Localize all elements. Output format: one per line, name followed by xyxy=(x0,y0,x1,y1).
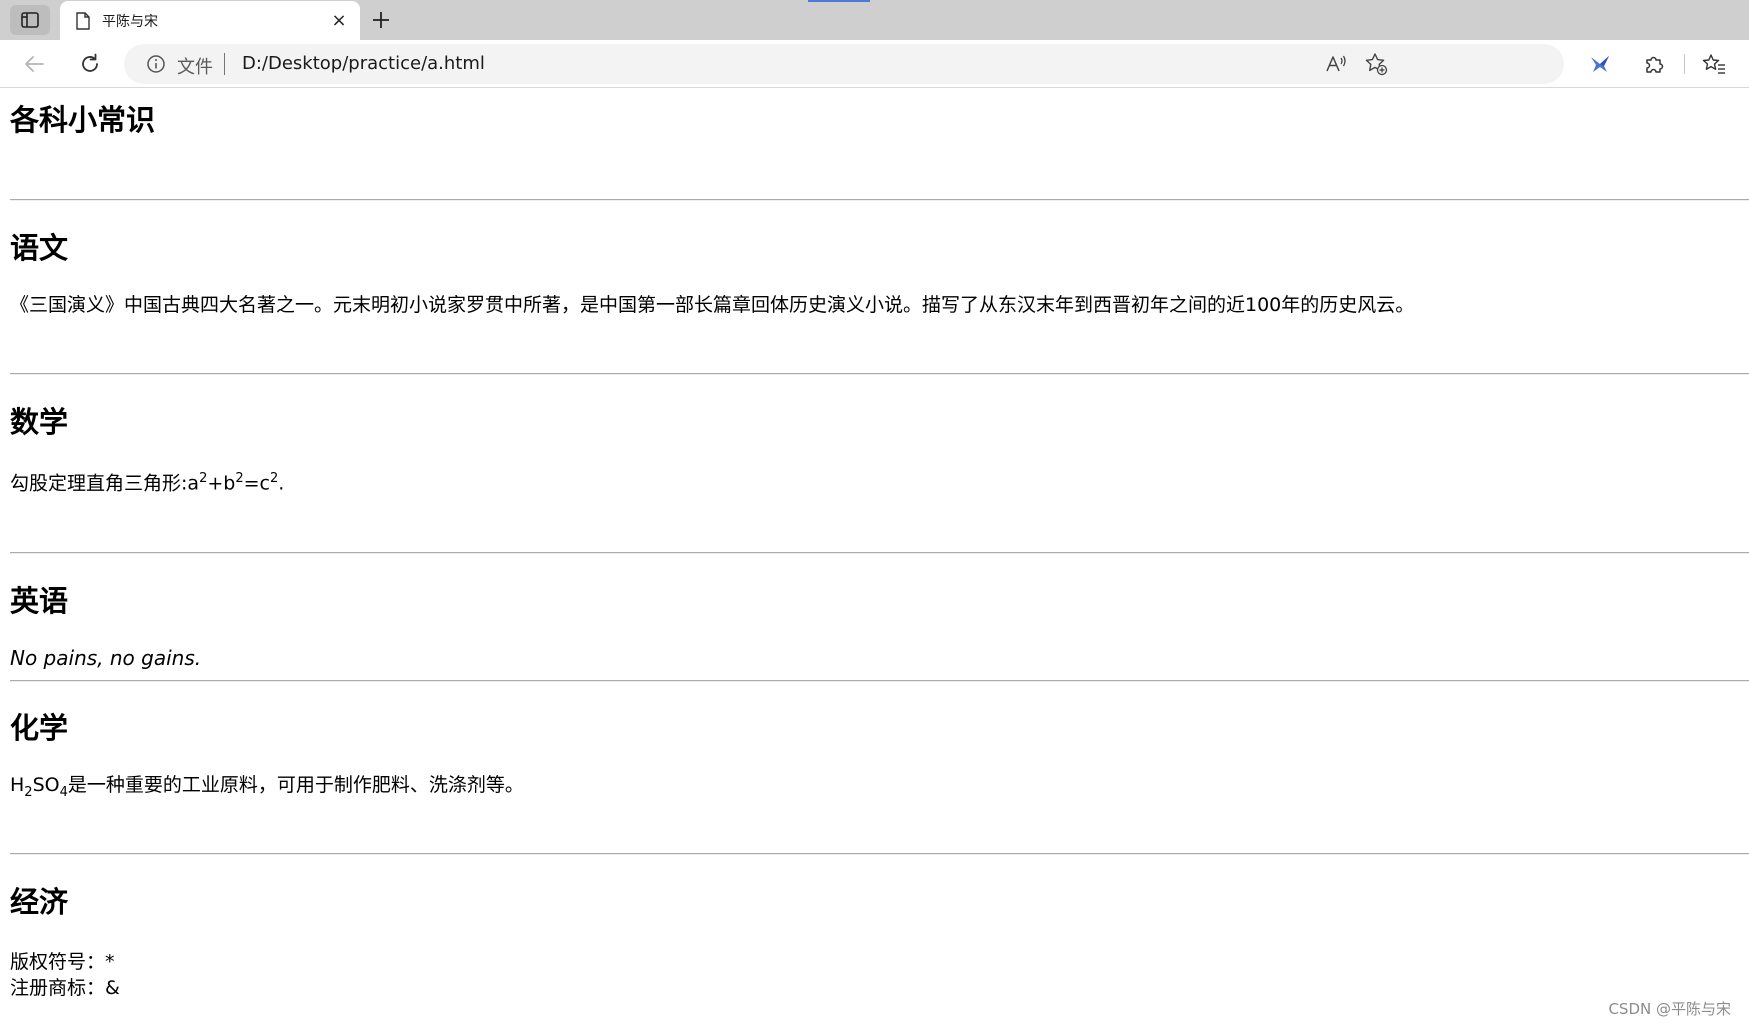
english-text: No pains, no gains. xyxy=(10,646,202,670)
chemistry-heading: 化学 xyxy=(10,711,69,745)
browser-toolbar: 文件 D:/Desktop/practice/a.html xyxy=(0,40,1749,88)
chinese-text: 《三国演义》中国古典四大名著之一。元末明初小说家罗贯中所著，是中国第一部长篇章回… xyxy=(10,294,1415,316)
puzzle-icon[interactable] xyxy=(1640,50,1668,78)
economy-heading: 经济 xyxy=(10,885,69,919)
plus-icon xyxy=(373,12,389,28)
page-title: 各科小常识 xyxy=(10,103,156,137)
tab-actions-icon xyxy=(21,12,39,28)
page-icon xyxy=(74,11,92,30)
watermark: CSDN @平陈与宋 xyxy=(1608,1000,1731,1018)
copyright-line: 版权符号：* xyxy=(10,951,115,973)
refresh-icon xyxy=(82,53,98,72)
back-button[interactable] xyxy=(16,46,52,82)
tab-accent-bar xyxy=(808,0,870,2)
chemistry-text: H2SO4是一种重要的工业原料，可用于制作肥料、洗涤剂等。 xyxy=(10,774,524,800)
tab-strip: 平陈与宋 × xyxy=(0,0,1749,40)
favorites-icon[interactable] xyxy=(1700,50,1728,78)
back-arrow-icon xyxy=(25,56,44,72)
tab-actions-button[interactable] xyxy=(10,5,50,35)
address-bar[interactable]: 文件 D:/Desktop/practice/a.html xyxy=(124,44,1564,84)
math-heading: 数学 xyxy=(10,405,69,439)
tab-title: 平陈与宋 xyxy=(102,13,158,30)
section-divider xyxy=(10,552,1749,554)
active-tab[interactable]: 平陈与宋 × xyxy=(60,1,360,40)
section-divider xyxy=(10,373,1749,375)
refresh-button[interactable] xyxy=(72,46,108,82)
english-heading: 英语 xyxy=(10,584,69,618)
section-divider xyxy=(10,853,1749,855)
close-icon[interactable]: × xyxy=(326,8,352,34)
address-separator xyxy=(224,53,225,75)
chinese-heading: 语文 xyxy=(10,231,69,265)
new-tab-button[interactable] xyxy=(366,5,396,35)
toolbar-divider xyxy=(1684,54,1685,74)
address-scheme-label: 文件 xyxy=(177,57,213,78)
address-url[interactable]: D:/Desktop/practice/a.html xyxy=(242,53,485,74)
add-favorite-icon[interactable] xyxy=(1364,52,1388,76)
math-text: 勾股定理直角三角形:a2+b2=c2. xyxy=(10,471,285,495)
page-content: 各科小常识 语文 《三国演义》中国古典四大名著之一。元末明初小说家罗贯中所著，是… xyxy=(10,88,1749,1027)
section-divider xyxy=(10,199,1749,201)
extension-bird-icon[interactable] xyxy=(1586,50,1614,78)
info-icon[interactable] xyxy=(146,54,166,74)
trademark-line: 注册商标：& xyxy=(10,977,120,999)
read-aloud-icon[interactable] xyxy=(1324,52,1348,76)
section-divider xyxy=(10,680,1749,682)
